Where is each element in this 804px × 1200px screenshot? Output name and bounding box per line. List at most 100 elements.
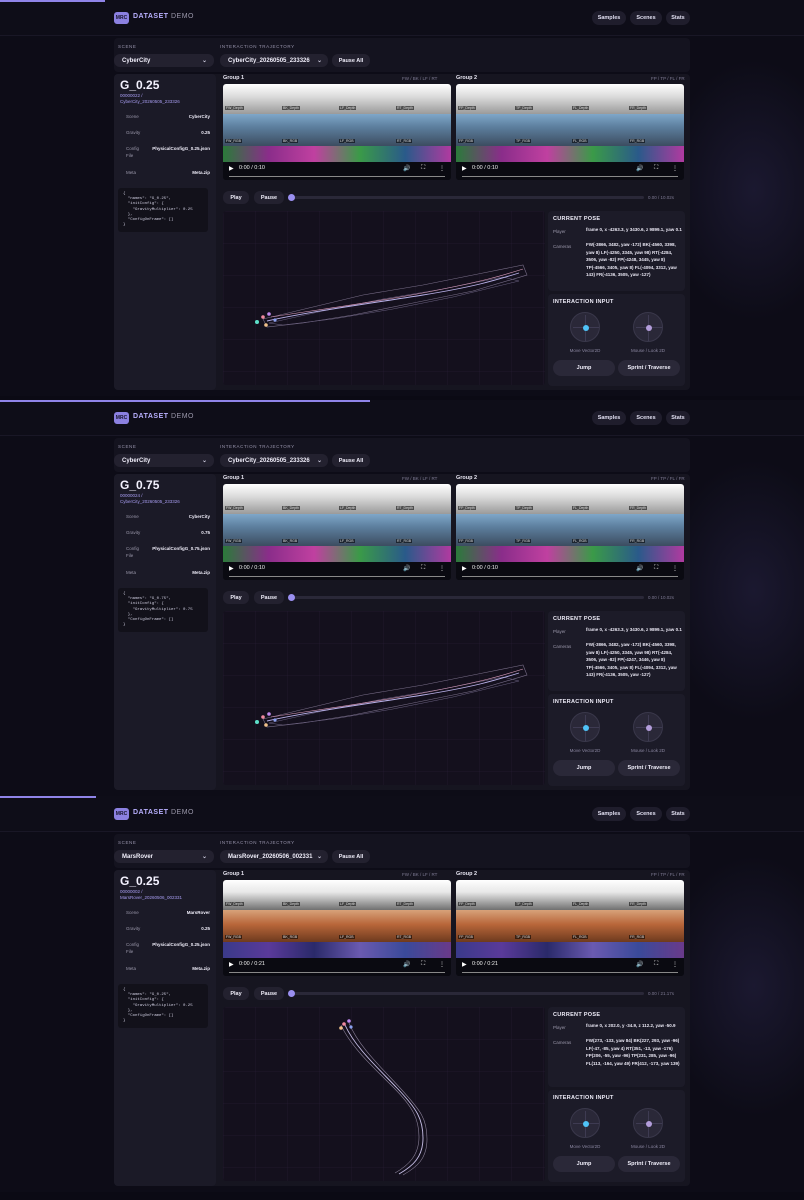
timeline-slider[interactable] (290, 596, 644, 599)
pause-all-button[interactable]: Pause All (332, 454, 370, 467)
g2-seek-bar[interactable] (462, 971, 678, 973)
g2-seek-bar[interactable] (462, 575, 678, 577)
pause-all-button[interactable]: Pause All (332, 54, 370, 67)
volume-icon[interactable]: 🔊 (636, 961, 643, 968)
nav-scenes-button[interactable]: Scenes (630, 11, 662, 25)
g2-video[interactable]: FP_Depth FP_RGB TP_Depth TP_RGB FL_Depth FL_R… (456, 84, 684, 180)
info-value[interactable]: Meta.zip (192, 170, 210, 175)
g1-seek-bar[interactable] (229, 575, 445, 577)
joystick-dot (583, 325, 589, 331)
timeline-knob[interactable] (288, 594, 295, 601)
nav-stats-button[interactable]: Stats (666, 11, 690, 25)
interaction-input-card: INTERACTION INPUT Move Vector2D Mouse / … (548, 294, 685, 386)
trajectory-canvas[interactable] (223, 1007, 545, 1181)
trajectory-select[interactable]: CyberCity_20260505_233326 ⌄ (220, 54, 328, 67)
jump-button[interactable]: Jump (553, 360, 615, 376)
pause-button[interactable]: Pause (254, 591, 284, 604)
look-joystick[interactable] (633, 712, 663, 742)
play-icon[interactable]: ▶ (462, 565, 467, 572)
timeline-knob[interactable] (288, 194, 295, 201)
play-icon[interactable]: ▶ (462, 165, 467, 172)
g2-video[interactable]: FP_Depth FP_RGB TP_Depth TP_RGB FL_Depth FL_R… (456, 484, 684, 580)
nav-samples-button[interactable]: Samples (592, 807, 626, 821)
pause-all-button[interactable]: Pause All (332, 850, 370, 863)
scene-select[interactable]: CyberCity ⌄ (114, 454, 214, 467)
play-button[interactable]: Play (223, 191, 249, 204)
timeline-slider[interactable] (290, 196, 644, 199)
look-joystick[interactable] (633, 312, 663, 342)
fullscreen-icon[interactable]: ⛶ (654, 961, 658, 968)
jump-button[interactable]: Jump (553, 760, 615, 776)
sample-path: CyberCity_20260505_233326 (120, 99, 180, 104)
info-value[interactable]: Meta.zip (192, 570, 210, 575)
info-value[interactable]: PhysicalConfigG_0.25.json (152, 146, 210, 151)
jump-button[interactable]: Jump (553, 1156, 615, 1172)
scene-select[interactable]: MarsRover ⌄ (114, 850, 214, 863)
info-key: Scene (126, 910, 139, 915)
info-value[interactable]: PhysicalConfigG_0.75.json (152, 546, 210, 551)
nav-samples-button[interactable]: Samples (592, 411, 626, 425)
trajectory-canvas[interactable] (223, 611, 545, 785)
info-value[interactable]: PhysicalConfigG_0.25.json (152, 942, 210, 947)
more-icon[interactable]: ⋮ (439, 565, 445, 572)
sprint-button[interactable]: Sprint / Traverse (618, 360, 680, 376)
sprint-button[interactable]: Sprint / Traverse (618, 1156, 680, 1172)
play-icon[interactable]: ▶ (229, 565, 234, 572)
look-label: Mouse / Look 2D (630, 348, 666, 353)
look-joystick[interactable] (633, 1108, 663, 1138)
more-icon[interactable]: ⋮ (439, 961, 445, 968)
move-joystick[interactable] (570, 712, 600, 742)
info-value: CyberCity (188, 514, 210, 519)
g1-video[interactable]: FW_Depth FW_RGB BK_Depth BK_RGB LF_Depth LF_R… (223, 84, 451, 180)
play-icon[interactable]: ▶ (229, 961, 234, 968)
info-value[interactable]: Meta.zip (192, 966, 210, 971)
play-button[interactable]: Play (223, 591, 249, 604)
fullscreen-icon[interactable]: ⛶ (654, 565, 658, 572)
more-icon[interactable]: ⋮ (672, 961, 678, 968)
more-icon[interactable]: ⋮ (672, 565, 678, 572)
fullscreen-icon[interactable]: ⛶ (421, 565, 425, 572)
g1-seek-bar[interactable] (229, 175, 445, 177)
play-button[interactable]: Play (223, 987, 249, 1000)
group2-label: Group 2 (456, 475, 478, 481)
nav-stats-button[interactable]: Stats (666, 411, 690, 425)
more-icon[interactable]: ⋮ (439, 165, 445, 172)
trajectory-canvas[interactable] (223, 211, 545, 385)
pause-button[interactable]: Pause (254, 191, 284, 204)
volume-icon[interactable]: 🔊 (636, 165, 643, 172)
more-icon[interactable]: ⋮ (672, 165, 678, 172)
g2-depth-tag: FR_Depth (629, 106, 647, 110)
timeline-slider[interactable] (290, 992, 644, 995)
volume-icon[interactable]: 🔊 (403, 961, 410, 968)
fullscreen-icon[interactable]: ⛶ (654, 165, 658, 172)
scene-select[interactable]: CyberCity ⌄ (114, 54, 214, 67)
move-joystick[interactable] (570, 312, 600, 342)
timeline-knob[interactable] (288, 990, 295, 997)
nav-samples-button[interactable]: Samples (592, 11, 626, 25)
nav-scenes-button[interactable]: Scenes (630, 807, 662, 821)
move-joystick[interactable] (570, 1108, 600, 1138)
g1-video[interactable]: FW_Depth FW_RGB BK_Depth BK_RGB LF_Depth LF_R… (223, 484, 451, 580)
trajectory-marker (267, 712, 271, 716)
g1-seek-bar[interactable] (229, 971, 445, 973)
nav-stats-button[interactable]: Stats (666, 807, 690, 821)
volume-icon[interactable]: 🔊 (636, 565, 643, 572)
g2-video[interactable]: FP_Depth FP_RGB TP_Depth TP_RGB FL_Depth FL_R… (456, 880, 684, 976)
trajectory-marker (273, 718, 277, 722)
sprint-button[interactable]: Sprint / Traverse (618, 760, 680, 776)
play-icon[interactable]: ▶ (462, 961, 467, 968)
g1-video[interactable]: FW_Depth FW_RGB BK_Depth BK_RGB LF_Depth LF_R… (223, 880, 451, 976)
g2-seek-bar[interactable] (462, 175, 678, 177)
pause-button[interactable]: Pause (254, 987, 284, 1000)
volume-icon[interactable]: 🔊 (403, 165, 410, 172)
chevron-down-icon: ⌄ (201, 854, 207, 860)
volume-icon[interactable]: 🔊 (403, 565, 410, 572)
info-key: Meta (126, 570, 137, 575)
nav-scenes-button[interactable]: Scenes (630, 411, 662, 425)
play-icon[interactable]: ▶ (229, 165, 234, 172)
g1-depth-band (223, 880, 451, 910)
trajectory-select[interactable]: MarsRover_20260506_002331 ⌄ (220, 850, 328, 863)
trajectory-select[interactable]: CyberCity_20260505_233326 ⌄ (220, 454, 328, 467)
fullscreen-icon[interactable]: ⛶ (421, 961, 425, 968)
fullscreen-icon[interactable]: ⛶ (421, 165, 425, 172)
